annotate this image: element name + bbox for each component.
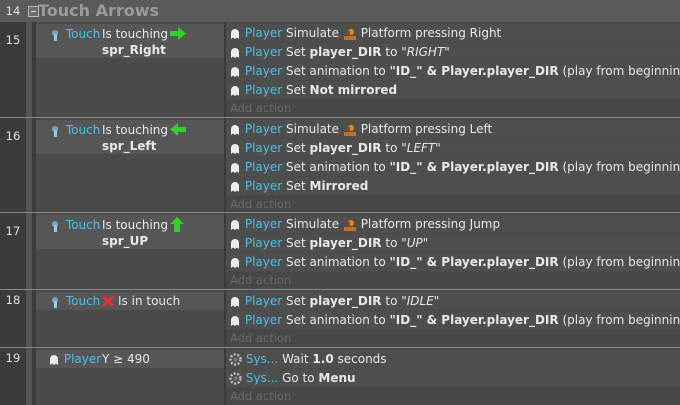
- player-ghost-icon: [50, 354, 58, 365]
- actions-block: Player Set player_DIR to "IDLE" Player S…: [226, 290, 680, 347]
- row-number: 19: [5, 351, 21, 365]
- player-ghost-icon: [231, 47, 239, 58]
- conditions-block: Touch Is in touch: [36, 290, 224, 347]
- action-set-animation[interactable]: Player Set animation to "ID_" & Player.p…: [226, 311, 680, 329]
- actions-block: Sys... Wait 1.0 seconds Sys... Go to Men…: [226, 348, 680, 405]
- action-simulate-left[interactable]: Player Simulate Platform pressing Left: [226, 120, 680, 138]
- player-ghost-icon: [231, 181, 239, 192]
- row-number: 14: [5, 4, 21, 18]
- condition-object: Touch: [65, 27, 101, 41]
- actions-block: Player Simulate Platform pressing Right …: [226, 22, 680, 117]
- platform-behavior-icon: [343, 28, 356, 40]
- player-ghost-icon: [231, 257, 239, 268]
- touch-hand-icon: [52, 220, 58, 232]
- player-ghost-icon: [231, 162, 239, 173]
- add-action-link[interactable]: Add action: [226, 100, 680, 116]
- row-number: 15: [5, 33, 21, 47]
- actions-block: Player Simulate Platform pressing Jump P…: [226, 213, 680, 289]
- action-set-animation[interactable]: Player Set animation to "ID_" & Player.p…: [226, 253, 680, 271]
- player-ghost-icon: [231, 296, 239, 307]
- conditions-block: Touch Is touching spr_Left: [36, 118, 224, 212]
- add-action-link[interactable]: Add action: [226, 330, 680, 346]
- add-action-link[interactable]: Add action: [226, 272, 680, 288]
- group-title: Touch Arrows: [38, 1, 160, 20]
- event-15[interactable]: 15 Touch Is touching spr_Right Player Si…: [0, 22, 680, 118]
- action-set-dir-right[interactable]: Player Set player_DIR to "RIGHT": [226, 43, 680, 61]
- conditions-block: Touch Is touching spr_Right: [36, 22, 224, 117]
- condition-text: Is touching: [102, 123, 169, 137]
- condition-text: Y ≥ 490: [102, 352, 150, 366]
- action-set-not-mirrored[interactable]: Player Set Not mirrored: [226, 81, 680, 99]
- conditions-block: Player Y ≥ 490: [36, 348, 224, 405]
- event-margin[interactable]: [26, 22, 32, 117]
- platform-behavior-icon: [343, 124, 356, 136]
- arrow-right-icon: [170, 27, 186, 40]
- condition-text: Is touching: [102, 218, 169, 232]
- row-number: 18: [5, 293, 21, 307]
- platform-behavior-icon: [343, 219, 356, 231]
- player-ghost-icon: [231, 66, 239, 77]
- condition-touch-is-in-touch[interactable]: Touch Is in touch: [36, 292, 224, 310]
- touch-hand-icon: [52, 125, 58, 137]
- event-17[interactable]: 17 Touch Is touching spr_UP Player Simul…: [0, 213, 680, 290]
- row-number: 16: [5, 129, 21, 143]
- player-ghost-icon: [231, 315, 239, 326]
- player-ghost-icon: [231, 85, 239, 96]
- event-margin[interactable]: [26, 290, 32, 347]
- action-simulate-jump[interactable]: Player Simulate Platform pressing Jump: [226, 215, 680, 233]
- action-simulate-right[interactable]: Player Simulate Platform pressing Right: [226, 24, 680, 42]
- event-18[interactable]: 18 Touch Is in touch Player Set player_D…: [0, 290, 680, 348]
- condition-target: spr_Right: [102, 43, 166, 57]
- touch-hand-icon: [52, 296, 58, 308]
- condition-touch-is-touching-right[interactable]: Touch Is touching spr_Right: [36, 24, 224, 58]
- event-margin[interactable]: [26, 213, 32, 289]
- group-row-touch-arrows[interactable]: 14 Touch Arrows: [0, 0, 680, 22]
- add-action-link[interactable]: Add action: [226, 196, 680, 212]
- condition-touch-is-touching-up[interactable]: Touch Is touching spr_UP: [36, 215, 224, 249]
- action-set-dir-up[interactable]: Player Set player_DIR to "UP": [226, 234, 680, 252]
- event-19[interactable]: 19 Player Y ≥ 490 Sys... Wait 1.0 second…: [0, 348, 680, 405]
- event-margin[interactable]: [26, 118, 32, 212]
- player-ghost-icon: [231, 143, 239, 154]
- condition-touch-is-touching-left[interactable]: Touch Is touching spr_Left: [36, 120, 224, 154]
- action-set-animation[interactable]: Player Set animation to "ID_" & Player.p…: [226, 158, 680, 176]
- condition-player-y-compare[interactable]: Player Y ≥ 490: [36, 350, 224, 368]
- invert-x-icon: [102, 295, 114, 307]
- event-margin[interactable]: [26, 348, 32, 405]
- action-set-dir-idle[interactable]: Player Set player_DIR to "IDLE": [226, 292, 680, 310]
- gear-icon: [229, 353, 242, 366]
- player-ghost-icon: [231, 28, 239, 39]
- condition-text: Is touching: [102, 27, 169, 41]
- action-set-mirrored[interactable]: Player Set Mirrored: [226, 177, 680, 195]
- add-action-link[interactable]: Add action: [226, 388, 680, 404]
- action-set-dir-left[interactable]: Player Set player_DIR to "LEFT": [226, 139, 680, 157]
- player-ghost-icon: [231, 219, 239, 230]
- arrow-left-icon: [170, 123, 186, 136]
- actions-block: Player Simulate Platform pressing Left P…: [226, 118, 680, 212]
- condition-text: Is in touch: [118, 294, 181, 308]
- action-set-animation[interactable]: Player Set animation to "ID_" & Player.p…: [226, 62, 680, 80]
- action-go-to-layout[interactable]: Sys... Go to Menu: [226, 369, 680, 387]
- arrow-up-icon: [170, 217, 184, 232]
- event-16[interactable]: 16 Touch Is touching spr_Left Player Sim…: [0, 118, 680, 213]
- row-number: 17: [5, 224, 21, 238]
- event-sheet: 14 Touch Arrows 15 Touch Is touching spr…: [0, 0, 680, 405]
- player-ghost-icon: [231, 238, 239, 249]
- player-ghost-icon: [231, 124, 239, 135]
- touch-hand-icon: [52, 29, 58, 41]
- action-wait[interactable]: Sys... Wait 1.0 seconds: [226, 350, 680, 368]
- gear-icon: [229, 372, 242, 385]
- condition-target: spr_Left: [102, 139, 157, 153]
- condition-target: spr_UP: [102, 234, 149, 248]
- conditions-block: Touch Is touching spr_UP: [36, 213, 224, 289]
